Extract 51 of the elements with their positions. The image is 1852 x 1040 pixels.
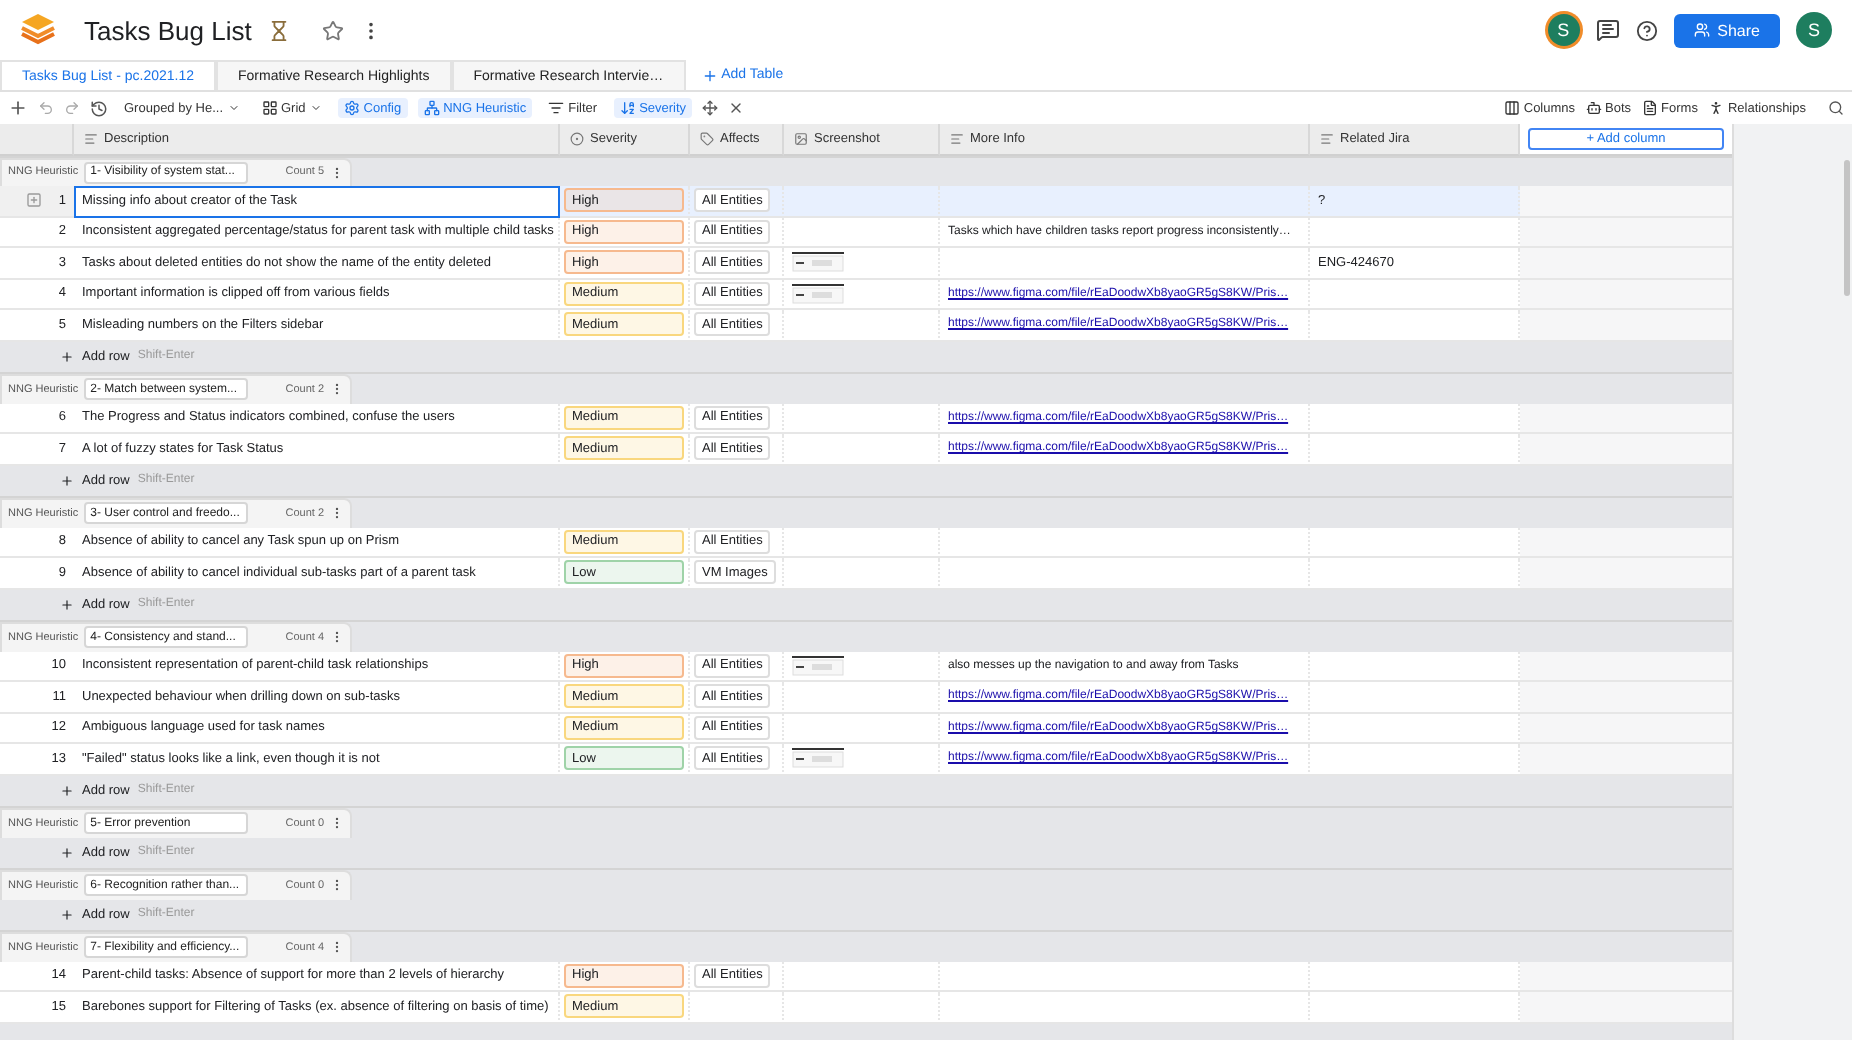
add-icon[interactable] xyxy=(60,907,74,922)
add-icon[interactable] xyxy=(8,98,28,118)
search-icon[interactable] xyxy=(1828,100,1844,116)
sort-icon xyxy=(619,100,636,116)
add-icon[interactable] xyxy=(60,349,74,364)
add-icon[interactable] xyxy=(60,597,74,612)
filter-icon xyxy=(548,100,565,116)
people-icon xyxy=(1693,22,1710,38)
share-button[interactable]: Share xyxy=(1673,13,1780,47)
account-avatar[interactable]: S xyxy=(1796,12,1832,48)
close-icon[interactable] xyxy=(728,100,745,116)
more-icon[interactable] xyxy=(330,878,344,893)
settings-icon xyxy=(343,100,360,116)
more-icon[interactable] xyxy=(330,382,344,397)
circle-icon xyxy=(570,131,584,146)
star-icon[interactable] xyxy=(321,19,344,41)
more-icon[interactable] xyxy=(330,165,344,180)
scrollbar-thumb[interactable] xyxy=(1844,160,1850,296)
add-icon[interactable] xyxy=(60,783,74,798)
more-icon[interactable] xyxy=(330,940,344,955)
text-lines-icon xyxy=(1320,131,1334,146)
screenshot-thumbnail[interactable] xyxy=(792,252,844,273)
robot-icon xyxy=(1585,100,1602,116)
more-icon[interactable] xyxy=(330,816,344,831)
text-lines-icon xyxy=(950,131,964,146)
move-icon[interactable] xyxy=(702,100,719,116)
columns-icon xyxy=(1503,100,1520,116)
history-icon[interactable] xyxy=(90,99,108,117)
screenshot-thumbnail[interactable] xyxy=(792,655,844,676)
plus-icon xyxy=(701,67,718,83)
comment-icon[interactable] xyxy=(1595,18,1620,42)
more-icon[interactable] xyxy=(330,630,344,645)
image-icon xyxy=(794,131,808,146)
form-icon xyxy=(1641,100,1658,116)
add-icon[interactable] xyxy=(60,845,74,860)
screenshot-thumbnail[interactable] xyxy=(792,748,844,769)
tag-icon xyxy=(700,131,714,146)
caret-icon xyxy=(309,102,322,114)
user-avatar[interactable]: S xyxy=(1547,14,1580,46)
add-icon[interactable] xyxy=(60,473,74,488)
person-icon xyxy=(1707,100,1724,116)
hourglass-icon xyxy=(267,19,290,41)
grid-icon xyxy=(261,100,277,116)
screenshot-thumbnail[interactable] xyxy=(792,283,844,304)
stacked-layers-logo[interactable] xyxy=(20,12,56,48)
more-icon[interactable] xyxy=(330,506,344,521)
hierarchy-icon xyxy=(423,100,440,116)
text-lines-icon xyxy=(84,131,98,146)
document-title: Tasks Bug List xyxy=(84,15,252,45)
caret-icon xyxy=(227,102,239,114)
help-icon[interactable] xyxy=(1635,19,1658,41)
